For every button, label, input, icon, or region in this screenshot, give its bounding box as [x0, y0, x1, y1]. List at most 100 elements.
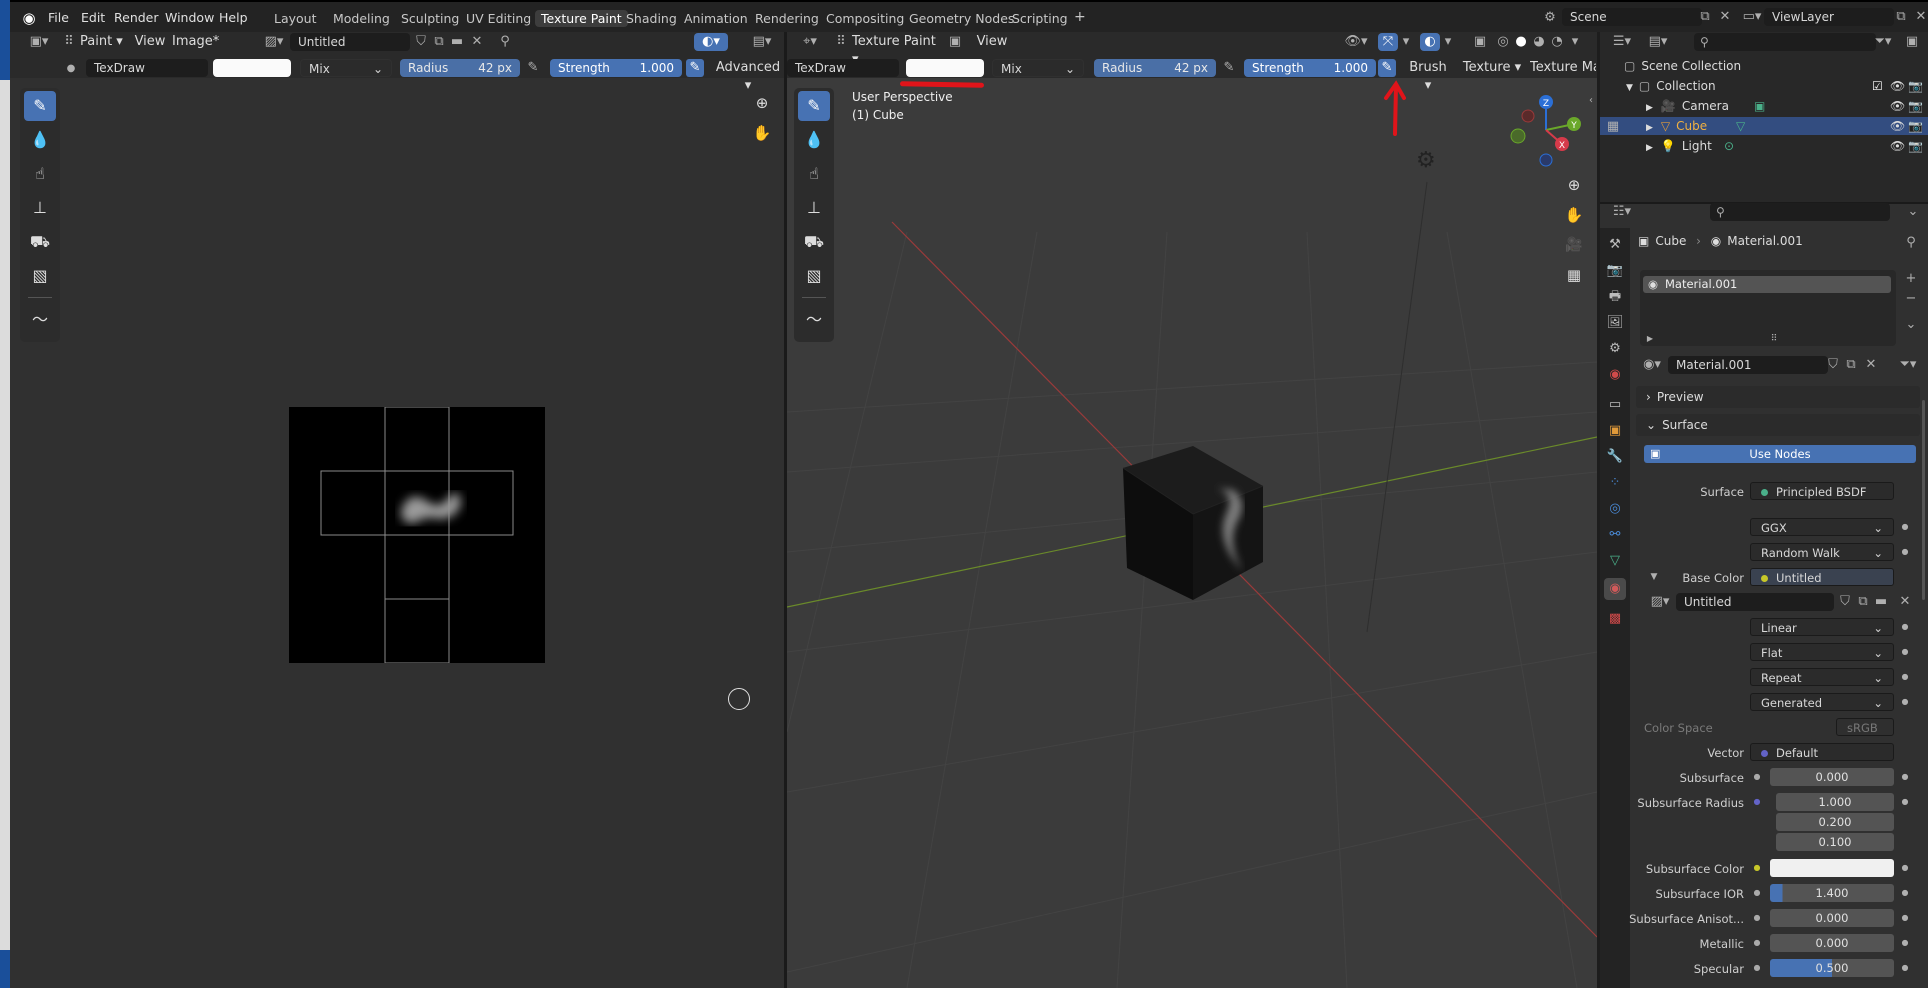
keyframe-dot[interactable]: ●	[1900, 543, 1910, 561]
material-name-field[interactable]: Material.001	[1668, 356, 1828, 374]
extension-dropdown[interactable]: Repeat ⌄	[1750, 668, 1894, 686]
eye-icon[interactable]: 👁	[1890, 79, 1905, 93]
visibility-icon[interactable]: 👁▾	[1342, 33, 1370, 51]
open-image-icon[interactable]: ▬	[1872, 593, 1890, 611]
brush-color-3d[interactable]	[906, 59, 984, 77]
texture-mask-menu[interactable]: Texture Mas	[1530, 59, 1596, 77]
pressure-strength-icon-3d[interactable]: ✎	[1378, 59, 1396, 77]
subsurface-radius-z[interactable]: 0.100	[1776, 833, 1894, 851]
tab-scripting[interactable]: Scripting	[1006, 10, 1074, 27]
pressure-radius-icon-3d[interactable]: ✎	[1220, 59, 1238, 77]
overlay-menu-icon[interactable]: ▾	[1442, 33, 1454, 51]
list-expand-icon[interactable]: ▶	[1644, 330, 1656, 348]
paint-mode-icon[interactable]: ⠿	[60, 33, 78, 51]
image-browse-icon[interactable]: ▨▾	[1646, 593, 1674, 611]
display-channels-icon[interactable]: ▤▾	[748, 33, 776, 51]
eye-icon[interactable]: 👁	[1890, 119, 1905, 133]
keyframe-dot[interactable]: ●	[1900, 618, 1910, 636]
paint-mask-icon[interactable]: ▣	[946, 33, 964, 51]
mask-tool-icon[interactable]: ▧	[24, 261, 56, 291]
scene-icon[interactable]: ⚙	[1540, 9, 1560, 27]
soften-tool-icon-3d[interactable]: 💧	[798, 125, 830, 155]
render-icon[interactable]: 📷	[1908, 79, 1923, 93]
tab-animation[interactable]: Animation	[678, 10, 754, 27]
keyframe-dot[interactable]: ●	[1900, 768, 1910, 786]
pan-icon-left[interactable]: ✋	[750, 124, 774, 142]
output-tab-icon[interactable]: 🖶	[1604, 286, 1626, 308]
keyframe-dot[interactable]: ●	[1900, 909, 1910, 927]
duplicate-material-icon[interactable]: ⧉	[1842, 356, 1860, 374]
tree-scene-collection[interactable]: ▢ Scene Collection	[1624, 59, 1741, 73]
image-browse-icon[interactable]: ▨▾	[260, 33, 288, 51]
metallic-field[interactable]: 0.000	[1770, 934, 1894, 952]
list-resize-handle[interactable]: ⠿	[1764, 330, 1784, 348]
close-scene-icon[interactable]: ✕	[1716, 8, 1734, 26]
outliner-display-mode-icon[interactable]: ▤▾	[1644, 33, 1672, 51]
gizmo-menu-icon[interactable]: ▾	[1400, 33, 1412, 51]
physics-tab-icon[interactable]: ◎	[1604, 498, 1626, 520]
material-shading-icon[interactable]: ◕	[1530, 33, 1548, 51]
gizmo-toggle-icon[interactable]: ⤧	[1378, 33, 1398, 51]
mask-tool-icon-3d[interactable]: ▧	[798, 261, 830, 291]
eye-icon[interactable]: 👁	[1890, 139, 1905, 153]
tree-item-light[interactable]: ▶ 💡 Light ⊙ 👁 📷	[1646, 139, 1923, 153]
brush-color-left[interactable]	[213, 59, 291, 77]
data-tab-icon[interactable]: ▽	[1604, 550, 1626, 572]
zoom-icon-3d[interactable]: ⊕	[1562, 176, 1586, 194]
scene-selector[interactable]: Scene	[1562, 8, 1702, 26]
distribution-dropdown[interactable]: GGX ⌄	[1750, 518, 1894, 536]
brush-menu[interactable]: Brush ▾	[1404, 59, 1452, 95]
strength-slider-left[interactable]: Strength 1.000	[550, 59, 682, 77]
collapse-arrow-icon[interactable]: ‹	[1586, 92, 1596, 110]
pressure-strength-icon-left[interactable]: ✎	[686, 59, 704, 77]
scene-tab-icon[interactable]: ⚙	[1604, 338, 1626, 360]
annotate-tool-icon[interactable]: 〜	[24, 305, 56, 335]
view-layer-tab-icon[interactable]: 🖼	[1604, 312, 1626, 334]
draw-tool-icon-3d[interactable]: ✎	[798, 91, 830, 121]
material-slot-row[interactable]: ◉ Material.001	[1643, 276, 1891, 293]
subsurface-field[interactable]: 0.000	[1770, 768, 1894, 786]
use-nodes-button[interactable]: ▣ Use Nodes	[1644, 445, 1916, 463]
socket-dot[interactable]: ●	[1752, 793, 1762, 811]
strength-slider-3d[interactable]: Strength 1.000	[1244, 59, 1376, 77]
tree-item-cube[interactable]: ▶ ▽ Cube ▽ 👁 📷	[1646, 119, 1923, 133]
outliner-search[interactable]: ⚲	[1694, 33, 1876, 51]
camera-view-icon[interactable]: 🎥	[1562, 236, 1586, 254]
copy-scene-icon[interactable]: ⧉	[1696, 8, 1714, 26]
fill-tool-icon-3d[interactable]: ⛟	[798, 227, 830, 257]
surface-shader-field[interactable]: Principled BSDF	[1750, 482, 1894, 500]
texture-tab-icon[interactable]: ▩	[1604, 608, 1626, 630]
blend-mode-3d[interactable]: Mix ⌄	[992, 59, 1084, 77]
menu-help[interactable]: Help	[219, 10, 248, 25]
fake-user-icon[interactable]: ⛉	[412, 33, 430, 51]
new-collection-icon[interactable]: ▣	[1902, 33, 1922, 51]
brush-name-left[interactable]: TexDraw	[86, 59, 208, 77]
render-icon[interactable]: 📷	[1908, 119, 1923, 133]
keyframe-dot[interactable]: ●	[1900, 959, 1910, 977]
tab-layout[interactable]: Layout	[268, 10, 323, 27]
image-texture-name[interactable]: Untitled	[1676, 593, 1834, 611]
menu-view-3d[interactable]: View	[976, 33, 1008, 51]
tree-collection[interactable]: ▼ ▢ Collection ☑ 👁 📷	[1626, 79, 1923, 93]
remove-slot-icon[interactable]: −	[1902, 290, 1920, 308]
overlay-toggle-icon[interactable]: ◐	[1420, 33, 1440, 51]
keyframe-dot[interactable]: ●	[1900, 859, 1910, 877]
object-tab-icon[interactable]: ▣	[1604, 420, 1626, 442]
texture-paint-mode-icon[interactable]: ⠿	[832, 33, 850, 51]
window-edge-scroll[interactable]	[0, 80, 10, 950]
shading-menu-icon[interactable]: ▾	[1568, 33, 1582, 51]
unlink-image-icon[interactable]: ✕	[1896, 593, 1914, 611]
navigation-gizmo[interactable]: Z Y X	[1506, 90, 1582, 170]
subsurface-radius-y[interactable]: 0.200	[1776, 813, 1894, 831]
keyframe-dot[interactable]: ●	[1900, 693, 1910, 711]
tab-geometry-nodes[interactable]: Geometry Nodes	[903, 10, 1020, 27]
overlay-icon[interactable]: ◐▾	[694, 33, 728, 51]
tab-compositing[interactable]: Compositing	[820, 10, 910, 27]
slot-menu-icon[interactable]: ⌄	[1902, 316, 1920, 334]
keyframe-dot[interactable]: ●	[1900, 884, 1910, 902]
draw-tool-icon[interactable]: ✎	[24, 91, 56, 121]
smear-tool-icon-3d[interactable]: ☝	[798, 159, 830, 189]
subsurface-radius-x[interactable]: 1.000	[1776, 793, 1894, 811]
wireframe-shading-icon[interactable]: ◎	[1494, 33, 1512, 51]
tree-item-camera[interactable]: ▶ 🎥 Camera ▣ 👁 📷	[1646, 99, 1923, 113]
